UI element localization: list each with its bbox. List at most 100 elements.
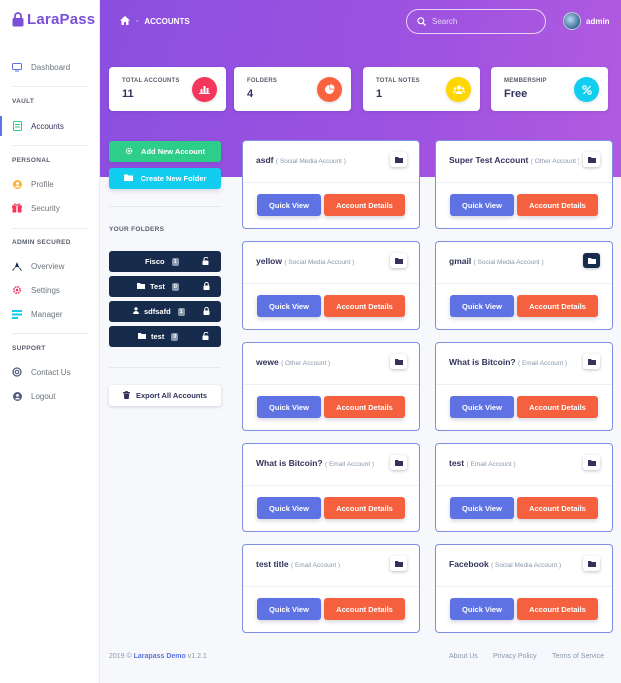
search-icon — [417, 13, 426, 31]
folder-item[interactable]: test 0 — [109, 326, 221, 347]
account-details-button[interactable]: Account Details — [324, 295, 405, 317]
quick-view-button[interactable]: Quick View — [450, 598, 514, 620]
avatar[interactable] — [563, 12, 581, 30]
quick-view-button[interactable]: Quick View — [450, 295, 514, 317]
trash-icon — [122, 390, 130, 401]
sidebar-item-accounts[interactable]: Accounts — [0, 116, 100, 136]
account-category: ( Social Media Account ) — [491, 562, 562, 569]
add-account-button[interactable]: Add New Account — [109, 141, 221, 162]
sidebar-item-label: Overview — [31, 261, 65, 271]
account-details-button[interactable]: Account Details — [324, 497, 405, 519]
move-to-folder-button[interactable] — [390, 152, 407, 167]
sidebar-divider — [12, 228, 88, 229]
account-category: ( Email Account ) — [466, 461, 516, 468]
quick-view-button[interactable]: Quick View — [450, 396, 514, 418]
sidebar-item-manager[interactable]: Manager — [0, 304, 100, 324]
sidebar-item-label: Accounts — [31, 121, 64, 131]
quick-view-button[interactable]: Quick View — [257, 194, 321, 216]
export-accounts-button[interactable]: Export All Accounts — [109, 385, 221, 406]
account-details-button[interactable]: Account Details — [517, 194, 598, 216]
account-card: Facebook ( Social Media Account ) Quick V… — [435, 544, 613, 633]
breadcrumb-current[interactable]: ACCOUNTS — [144, 17, 189, 26]
folder-item[interactable]: Fisco 1 — [109, 251, 221, 272]
sidebar-divider — [12, 145, 88, 146]
search-input[interactable] — [432, 17, 532, 26]
account-details-button[interactable]: Account Details — [517, 598, 598, 620]
stat-value: Free — [504, 88, 528, 100]
user-menu[interactable]: admin — [563, 12, 610, 30]
account-card-header: What is Bitcoin? ( Email Account ) — [436, 343, 612, 385]
section-divider — [109, 206, 221, 207]
move-to-folder-button[interactable] — [583, 152, 600, 167]
account-details-button[interactable]: Account Details — [324, 396, 405, 418]
quick-view-button[interactable]: Quick View — [257, 295, 321, 317]
account-title: What is Bitcoin? ( Email Account ) — [256, 458, 386, 468]
quick-view-button[interactable]: Quick View — [257, 598, 321, 620]
folder-item[interactable]: sdfsafd 1 — [109, 301, 221, 322]
move-to-folder-button[interactable] — [583, 455, 600, 470]
folder-icon — [138, 332, 146, 341]
account-name: test title — [256, 559, 289, 569]
search-box[interactable] — [406, 9, 546, 34]
footer-terms-link[interactable]: Terms of Service — [552, 653, 604, 660]
quick-view-button[interactable]: Quick View — [450, 497, 514, 519]
user-name[interactable]: admin — [586, 17, 610, 26]
account-title: test ( Email Account ) — [449, 458, 579, 468]
footer-about-link[interactable]: About Us — [449, 653, 478, 660]
move-to-folder-button[interactable] — [390, 253, 407, 268]
unlock-icon[interactable] — [202, 331, 210, 342]
move-to-folder-button[interactable] — [583, 253, 600, 268]
account-details-button[interactable]: Account Details — [517, 396, 598, 418]
footer-brand-link[interactable]: Larapass Demo — [134, 653, 186, 660]
stat-value: 1 — [376, 88, 383, 100]
quick-view-button[interactable]: Quick View — [450, 194, 514, 216]
folder-name: test — [151, 332, 165, 341]
move-to-folder-button[interactable] — [583, 354, 600, 369]
version-text: v1.2.1 — [187, 653, 207, 660]
stat-value: 11 — [122, 88, 134, 100]
unlock-icon[interactable] — [202, 256, 210, 267]
quick-view-button[interactable]: Quick View — [257, 497, 321, 519]
quick-view-button[interactable]: Quick View — [257, 396, 321, 418]
monitor-icon — [12, 62, 22, 72]
logo[interactable]: LaraPass — [12, 10, 95, 28]
sidebar-item-contact[interactable]: Contact Us — [0, 362, 100, 382]
move-to-folder-button[interactable] — [390, 455, 407, 470]
sidebar-item-security[interactable]: Security — [0, 198, 100, 218]
lock-icon[interactable] — [203, 306, 210, 317]
sidebar-item-label: Logout — [31, 391, 56, 401]
lock-icon[interactable] — [203, 281, 210, 292]
list-lines-icon — [12, 309, 22, 319]
sidebar-divider — [12, 333, 88, 334]
stat-card-membership: MEMBERSHIP Free — [491, 67, 608, 111]
move-to-folder-button[interactable] — [390, 354, 407, 369]
sidebar-item-settings[interactable]: Settings — [0, 280, 100, 300]
account-details-button[interactable]: Account Details — [517, 497, 598, 519]
users-icon — [446, 77, 471, 102]
folder-icon — [587, 459, 596, 466]
copyright-text: 2019 © — [109, 653, 132, 660]
account-category: ( Other Account ) — [281, 360, 331, 367]
account-card-header: Facebook ( Social Media Account ) — [436, 545, 612, 587]
sidebar-item-profile[interactable]: Profile — [0, 174, 100, 194]
account-details-button[interactable]: Account Details — [324, 194, 405, 216]
folder-item[interactable]: Test 0 — [109, 276, 221, 297]
sidebar-heading-vault: VAULT — [12, 98, 35, 105]
create-folder-button[interactable]: Create New Folder — [109, 168, 221, 189]
folder-name-wrap: Fisco — [145, 257, 165, 266]
move-to-folder-button[interactable] — [390, 556, 407, 571]
sidebar-item-label: Contact Us — [31, 367, 71, 377]
stat-label: TOTAL NOTES — [376, 78, 420, 84]
home-icon[interactable] — [120, 16, 130, 27]
stat-card-notes: TOTAL NOTES 1 — [363, 67, 480, 111]
account-card: test ( Email Account ) Quick View Account … — [435, 443, 613, 532]
sidebar-item-overview[interactable]: Overview — [0, 256, 100, 276]
sidebar-item-dashboard[interactable]: Dashboard — [0, 57, 100, 77]
sidebar-item-logout[interactable]: Logout — [0, 386, 100, 406]
user-icon — [12, 179, 22, 189]
move-to-folder-button[interactable] — [583, 556, 600, 571]
account-card-header: Super Test Account ( Other Account ) — [436, 141, 612, 183]
footer-privacy-link[interactable]: Privacy Policy — [493, 653, 537, 660]
account-details-button[interactable]: Account Details — [324, 598, 405, 620]
account-details-button[interactable]: Account Details — [517, 295, 598, 317]
